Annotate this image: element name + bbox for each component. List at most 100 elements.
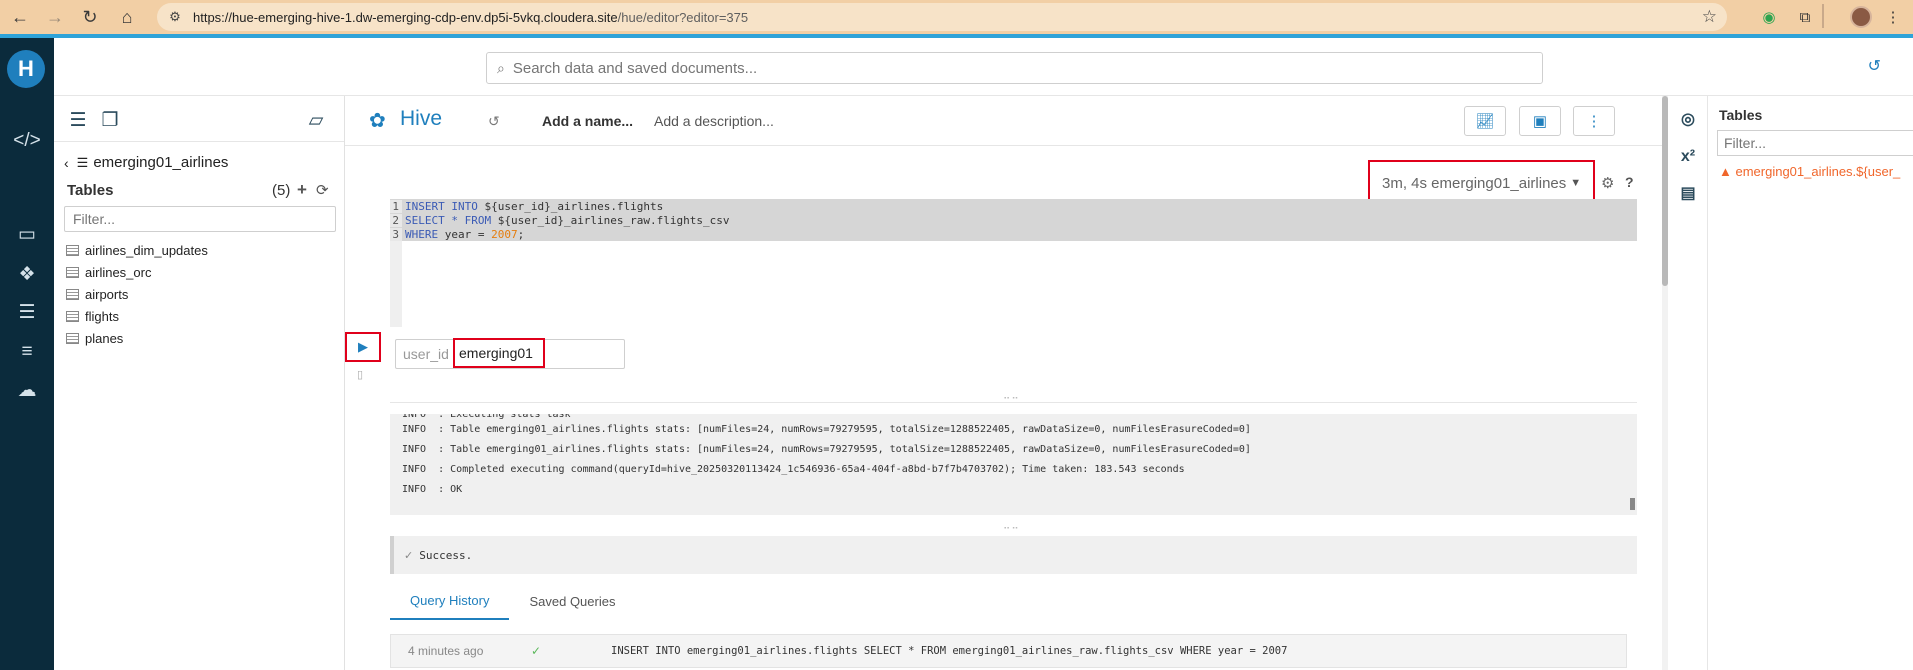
- engine-name[interactable]: Hive: [400, 107, 442, 131]
- snippet-book-icon[interactable]: ▯: [357, 368, 363, 381]
- profile-avatar[interactable]: [1850, 6, 1872, 28]
- back-button[interactable]: ←: [5, 0, 35, 34]
- run-query-button[interactable]: ▶: [345, 332, 381, 362]
- table-icon: [66, 332, 79, 344]
- table-icon: [66, 310, 79, 322]
- home-button[interactable]: ⌂: [112, 0, 142, 34]
- chevron-left-icon[interactable]: ‹: [64, 155, 69, 171]
- browser-menu-icon[interactable]: ⋮: [1882, 6, 1904, 28]
- compass-icon[interactable]: ◎: [1677, 108, 1699, 130]
- table-item-airports[interactable]: airports: [66, 283, 208, 305]
- table-item-flights[interactable]: flights: [66, 305, 208, 327]
- history-query: INSERT INTO emerging01_airlines.flights …: [611, 645, 1288, 657]
- hue-logo-icon[interactable]: H: [7, 50, 45, 88]
- help-icon[interactable]: ?: [1625, 174, 1634, 190]
- book-icon[interactable]: ▤: [1677, 182, 1699, 204]
- history-row[interactable]: 4 minutes ago ✓ INSERT INTO emerging01_a…: [390, 634, 1627, 668]
- table-item-airlines_dim_updates[interactable]: airlines_dim_updates: [66, 239, 208, 261]
- database-breadcrumb[interactable]: ‹ ☰ emerging01_airlines: [64, 154, 228, 171]
- table-name: flights: [85, 308, 119, 324]
- folder-icon[interactable]: ▭: [13, 220, 41, 248]
- refresh-icon[interactable]: ⟳: [316, 181, 329, 199]
- query-name-field[interactable]: Add a name...: [542, 113, 633, 129]
- functions-icon[interactable]: x²: [1677, 146, 1699, 168]
- code-text: SELECT * FROM ${user_id}_airlines_raw.fl…: [402, 214, 730, 227]
- gear-icon[interactable]: ⚙: [1601, 174, 1614, 192]
- warning-icon: ▲: [1719, 164, 1736, 179]
- check-icon: ✓: [404, 548, 414, 562]
- play-icon: ▶: [358, 339, 368, 354]
- right-assist-tabs: ◎ x² ▤: [1668, 96, 1708, 670]
- tab-saved-queries[interactable]: Saved Queries: [509, 582, 635, 620]
- warning-text: emerging01_airlines.${user_: [1735, 164, 1901, 179]
- editor-code-icon[interactable]: </>: [13, 127, 41, 155]
- tables-list: airlines_dim_updates airlines_orc airports…: [66, 239, 208, 349]
- resize-handle[interactable]: ⠒⠒: [1003, 394, 1020, 405]
- execution-log: INFO : Executing stats taskINFO : Table …: [390, 414, 1637, 515]
- tab-query-history[interactable]: Query History: [390, 582, 510, 620]
- extension-eye-icon[interactable]: ◉: [1758, 6, 1780, 28]
- warning-item[interactable]: ▲ emerging01_airlines.${user_: [1719, 164, 1900, 179]
- param-value-input[interactable]: emerging01: [453, 338, 545, 368]
- cloud-upload-icon[interactable]: ☁: [13, 376, 41, 404]
- code-token: SELECT * FROM: [405, 213, 498, 227]
- more-options-button[interactable]: ⋮: [1573, 106, 1615, 136]
- right-filter-input[interactable]: [1717, 130, 1913, 156]
- result-tabs: Query History Saved Queries: [390, 582, 635, 620]
- reload-button[interactable]: ↻: [75, 0, 105, 34]
- resize-handle-logs[interactable]: ⠒⠒: [1003, 524, 1020, 535]
- status-text: Success.: [419, 548, 473, 562]
- database-name: emerging01_airlines: [93, 154, 229, 171]
- site-info-icon[interactable]: ⚙: [165, 7, 185, 27]
- table-item-planes[interactable]: planes: [66, 327, 208, 349]
- extensions-puzzle-icon[interactable]: ⧉: [1794, 6, 1816, 28]
- code-token: INSERT INTO: [405, 199, 485, 213]
- save-icon: ▣: [1532, 113, 1548, 130]
- documents-icon[interactable]: ❐: [98, 108, 122, 132]
- job-history-icon[interactable]: ↺: [1868, 56, 1881, 76]
- editor-main: ✿ Hive ↺ Add a name... Add a description…: [345, 96, 1668, 670]
- table-item-airlines_orc[interactable]: airlines_orc: [66, 261, 208, 283]
- history-time: 4 minutes ago: [408, 644, 484, 658]
- left-assist-panel: ☰ ❐ ▱ ‹ ☰ emerging01_airlines Tables (5)…: [54, 96, 345, 670]
- code-token: ;: [517, 227, 525, 241]
- table-name: airports: [85, 286, 129, 302]
- query-description-field[interactable]: Add a description...: [654, 113, 774, 129]
- cubes-icon[interactable]: ❖: [13, 260, 41, 288]
- sql-editor[interactable]: 1 INSERT INTO ${user_id}_airlines.flights…: [390, 199, 1637, 327]
- log-scroll-thumb[interactable]: [1630, 498, 1635, 510]
- forward-button[interactable]: →: [40, 0, 70, 34]
- line-number: 2: [390, 213, 402, 227]
- chart-icon: 📈︎: [1475, 113, 1495, 130]
- bookmark-star-icon[interactable]: ☆: [1702, 7, 1717, 27]
- session-label: 3m, 4s emerging01_airlines: [1382, 174, 1567, 192]
- save-button[interactable]: ▣: [1519, 106, 1561, 136]
- tables-heading: Tables: [67, 182, 114, 199]
- address-bar[interactable]: ⚙ https://hue-emerging-hive-1.dw-emergin…: [157, 3, 1727, 31]
- open-folder-icon[interactable]: ▱: [304, 108, 328, 132]
- global-search[interactable]: ⌕: [486, 52, 1543, 84]
- hive-bee-icon: ✿: [369, 110, 386, 132]
- add-table-icon[interactable]: +: [297, 180, 307, 200]
- editor-gutter: [390, 241, 402, 327]
- tables-filter-input[interactable]: [64, 206, 336, 232]
- code-line[interactable]: 3 WHERE year = 2007;: [390, 227, 1637, 241]
- line-number: 3: [390, 227, 402, 241]
- code-line[interactable]: 1 INSERT INTO ${user_id}_airlines.flights: [390, 199, 1637, 213]
- status-message: ✓ Success.: [390, 536, 1637, 574]
- top-search-bar: ⌕ ↺: [54, 38, 1913, 96]
- code-token: WHERE: [405, 227, 445, 241]
- code-token: ${user_id}_airlines.flights: [484, 199, 664, 213]
- parameter-field: user_id emerging01: [395, 338, 625, 369]
- code-token: year =: [444, 227, 492, 241]
- editor-header: ✿ Hive ↺ Add a name... Add a description…: [345, 96, 1663, 146]
- sql-database-icon[interactable]: ☰: [66, 108, 90, 132]
- toolbar-divider: [1822, 4, 1824, 28]
- url-text: https://hue-emerging-hive-1.dw-emerging-…: [193, 9, 749, 25]
- server-icon[interactable]: ≡: [13, 338, 41, 366]
- database-icon[interactable]: ☰: [13, 298, 41, 326]
- code-line[interactable]: 2 SELECT * FROM ${user_id}_airlines_raw.f…: [390, 213, 1637, 227]
- undo-history-icon[interactable]: ↺: [488, 113, 500, 130]
- chart-button[interactable]: 📈︎: [1464, 106, 1506, 136]
- search-input[interactable]: [512, 59, 1413, 77]
